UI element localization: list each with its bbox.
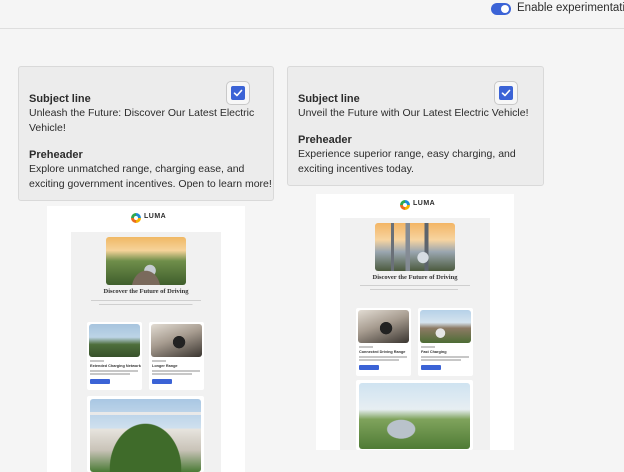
variant-a-select-checkbox[interactable] bbox=[226, 81, 250, 105]
charging-station-image bbox=[89, 324, 140, 357]
variant-a-subject-heading: Subject line bbox=[29, 93, 91, 105]
variant-b-preheader-line-2: exciting incentives today. bbox=[298, 163, 414, 175]
luma-logo-icon bbox=[131, 213, 141, 223]
email-intro-text bbox=[91, 299, 201, 307]
email-headline: Discover the Future of Driving bbox=[103, 288, 189, 295]
card-learn-more-button[interactable] bbox=[90, 379, 110, 384]
variant-a-preheader-line-1: Explore unmatched range, charging ease, … bbox=[29, 163, 245, 175]
variant-b-preheader-line-1: Experience superior range, easy charging… bbox=[298, 148, 516, 160]
incentives-card bbox=[87, 396, 204, 472]
card-text bbox=[90, 370, 138, 372]
feature-card-left: Extended Charging Network bbox=[87, 322, 142, 390]
card-text bbox=[152, 370, 200, 372]
luma-logo-icon bbox=[400, 200, 410, 210]
car-interior-image bbox=[151, 324, 202, 357]
experimentation-toggle[interactable] bbox=[491, 3, 511, 15]
card-title: Fast Charging bbox=[421, 350, 447, 354]
card-learn-more-button[interactable] bbox=[152, 379, 172, 384]
government-building-image bbox=[90, 399, 201, 472]
feature-card-right: Fast Charging bbox=[418, 308, 473, 376]
card-text bbox=[421, 359, 461, 361]
feature-card-right: Longer Range bbox=[149, 322, 204, 390]
variant-a-email-preview[interactable]: LUMA Discover the Future of Driving Exte… bbox=[47, 206, 245, 472]
email-headline: Discover the Future of Driving bbox=[372, 274, 458, 281]
top-bar: Enable experimentation bbox=[0, 0, 624, 29]
card-kicker bbox=[359, 346, 373, 348]
email-body: Discover the Future of Driving Extended … bbox=[71, 232, 221, 472]
feature-card-left: Connected Driving Range bbox=[356, 308, 411, 376]
variant-a-preheader-line-2: exciting government incentives. Open to … bbox=[29, 178, 272, 190]
email-intro-text bbox=[360, 284, 470, 292]
checkmark-icon bbox=[233, 89, 243, 97]
variant-a-card[interactable]: Subject line Unleash the Future: Discove… bbox=[18, 66, 274, 201]
card-kicker bbox=[90, 360, 104, 362]
experimentation-toggle-label: Enable experimentation bbox=[517, 2, 624, 14]
checkbox-checked bbox=[231, 86, 245, 100]
card-text bbox=[359, 359, 399, 361]
card-kicker bbox=[421, 346, 435, 348]
card-text bbox=[359, 356, 407, 358]
variant-a-subject-line-2: Vehicle! bbox=[29, 122, 66, 134]
card-title: Extended Charging Network bbox=[90, 364, 141, 368]
card-kicker bbox=[152, 360, 166, 362]
variant-b-select-checkbox[interactable] bbox=[494, 81, 518, 105]
variant-b-email-preview[interactable]: LUMA Discover the Future of Driving Conn… bbox=[316, 194, 514, 450]
hero-car-image bbox=[106, 237, 186, 285]
checkbox-checked bbox=[499, 86, 513, 100]
checkmark-icon bbox=[501, 89, 511, 97]
variant-a-subject-line-1: Unleash the Future: Discover Our Latest … bbox=[29, 107, 255, 119]
logo-text: LUMA bbox=[413, 200, 436, 207]
toggle-knob bbox=[501, 5, 509, 13]
variant-a-preheader-heading: Preheader bbox=[29, 149, 83, 161]
card-text bbox=[421, 356, 469, 358]
range-card bbox=[356, 380, 473, 450]
logo-text: LUMA bbox=[144, 213, 167, 220]
variant-b-subject-heading: Subject line bbox=[298, 93, 360, 105]
card-text bbox=[152, 373, 192, 375]
card-title: Longer Range bbox=[152, 364, 178, 368]
home-charging-image bbox=[420, 310, 471, 343]
card-learn-more-button[interactable] bbox=[359, 365, 379, 370]
email-body: Discover the Future of Driving Connected… bbox=[340, 218, 490, 450]
variant-b-subject-line-1: Unveil the Future with Our Latest Electr… bbox=[298, 107, 529, 119]
variant-b-preheader-heading: Preheader bbox=[298, 134, 352, 146]
dashboard-image bbox=[358, 310, 409, 343]
car-on-road-image bbox=[359, 383, 470, 449]
card-learn-more-button[interactable] bbox=[421, 365, 441, 370]
hero-city-car-image bbox=[375, 223, 455, 271]
variant-b-card[interactable]: Subject line Unveil the Future with Our … bbox=[287, 66, 544, 186]
card-title: Connected Driving Range bbox=[359, 350, 406, 354]
card-text bbox=[90, 373, 130, 375]
